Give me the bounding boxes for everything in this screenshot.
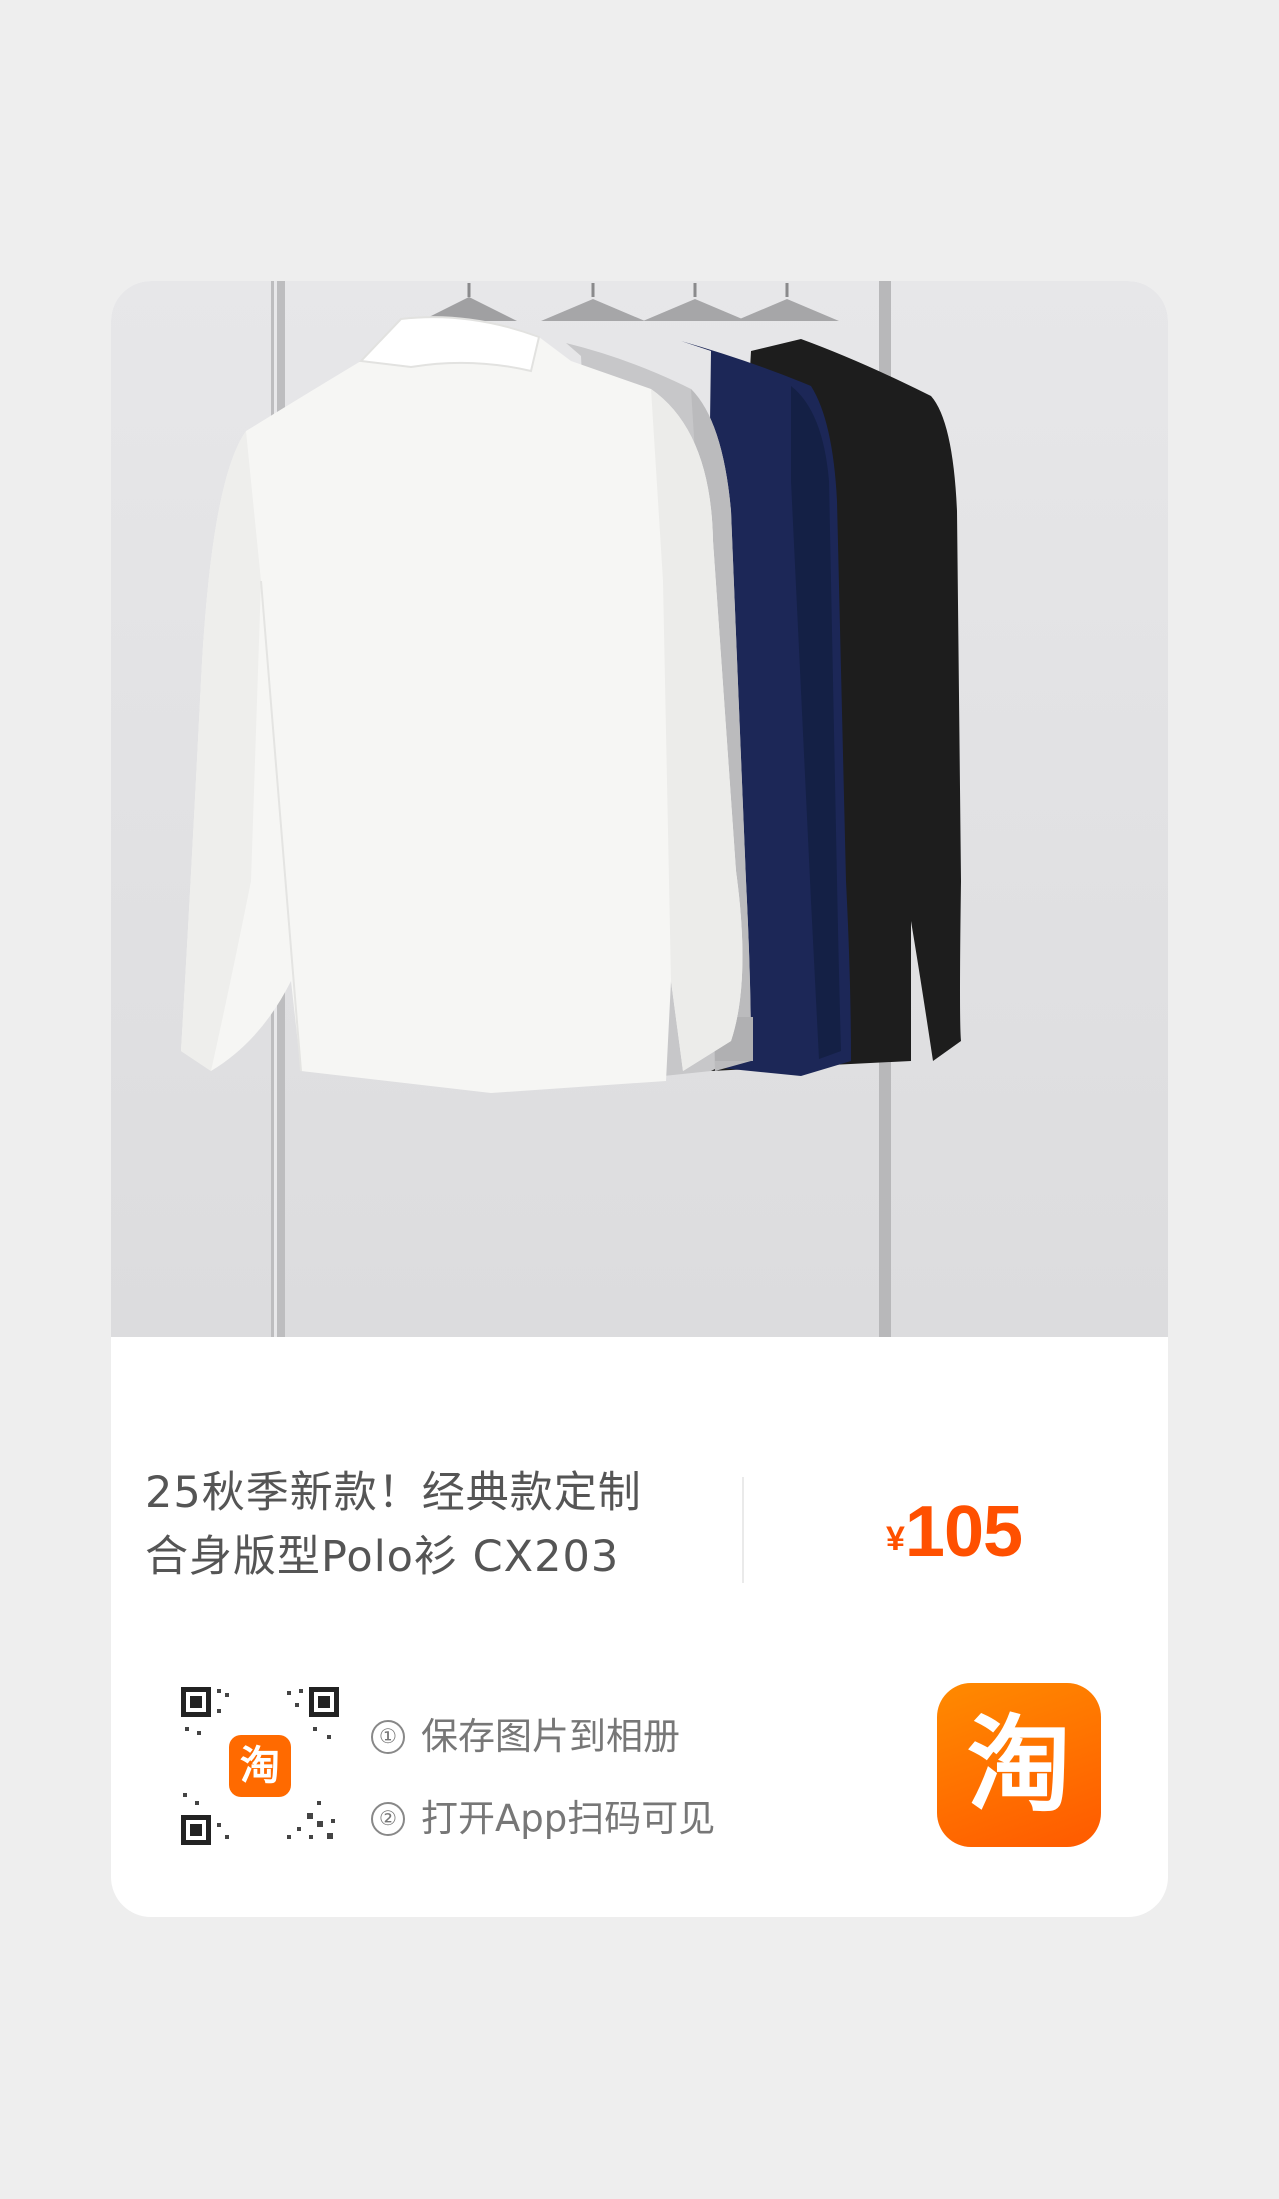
- step-text-2: 打开App扫码可见: [421, 1797, 716, 1840]
- taobao-logo-icon: 淘: [937, 1683, 1101, 1847]
- instruction-step-2: ② 打开App扫码可见: [371, 1778, 715, 1860]
- hangers: [467, 283, 789, 297]
- clothing-rack-illustration: [181, 281, 961, 1337]
- shirt-white-collar: [358, 316, 541, 373]
- qr-code-pattern: 淘: [177, 1683, 343, 1849]
- product-title-line-1: 25秋季新款！经典款定制: [145, 1468, 642, 1518]
- currency-symbol: ¥: [886, 1520, 905, 1558]
- product-image[interactable]: [111, 281, 1168, 1337]
- scan-instructions: ① 保存图片到相册 ② 打开App扫码可见: [371, 1696, 715, 1860]
- step-text-1: 保存图片到相册: [421, 1715, 680, 1758]
- qr-code[interactable]: 淘: [177, 1683, 343, 1849]
- product-price: ¥105: [886, 1491, 1023, 1573]
- step-number-2: ②: [371, 1802, 405, 1836]
- qr-finder-bottom-left: [181, 1815, 211, 1845]
- price-amount: 105: [904, 1492, 1023, 1572]
- hanger-4: [735, 299, 839, 321]
- share-card: 25秋季新款！经典款定制 合身版型Polo衫 CX203 ¥105 淘 ① 保存…: [111, 281, 1168, 1917]
- hanger-3: [643, 299, 747, 321]
- product-title-line-2: 合身版型Polo衫 CX203: [145, 1532, 620, 1582]
- taobao-logo-char: 淘: [966, 1704, 1071, 1826]
- qr-finder-top-left: [181, 1687, 211, 1717]
- divider: [742, 1477, 744, 1583]
- instruction-step-1: ① 保存图片到相册: [371, 1696, 715, 1778]
- qr-finder-top-right: [309, 1687, 339, 1717]
- qr-badge-char: 淘: [240, 1743, 280, 1789]
- hanger-2: [541, 299, 645, 321]
- product-title[interactable]: 25秋季新款！经典款定制 合身版型Polo衫 CX203: [145, 1461, 745, 1589]
- step-number-1: ①: [371, 1720, 405, 1754]
